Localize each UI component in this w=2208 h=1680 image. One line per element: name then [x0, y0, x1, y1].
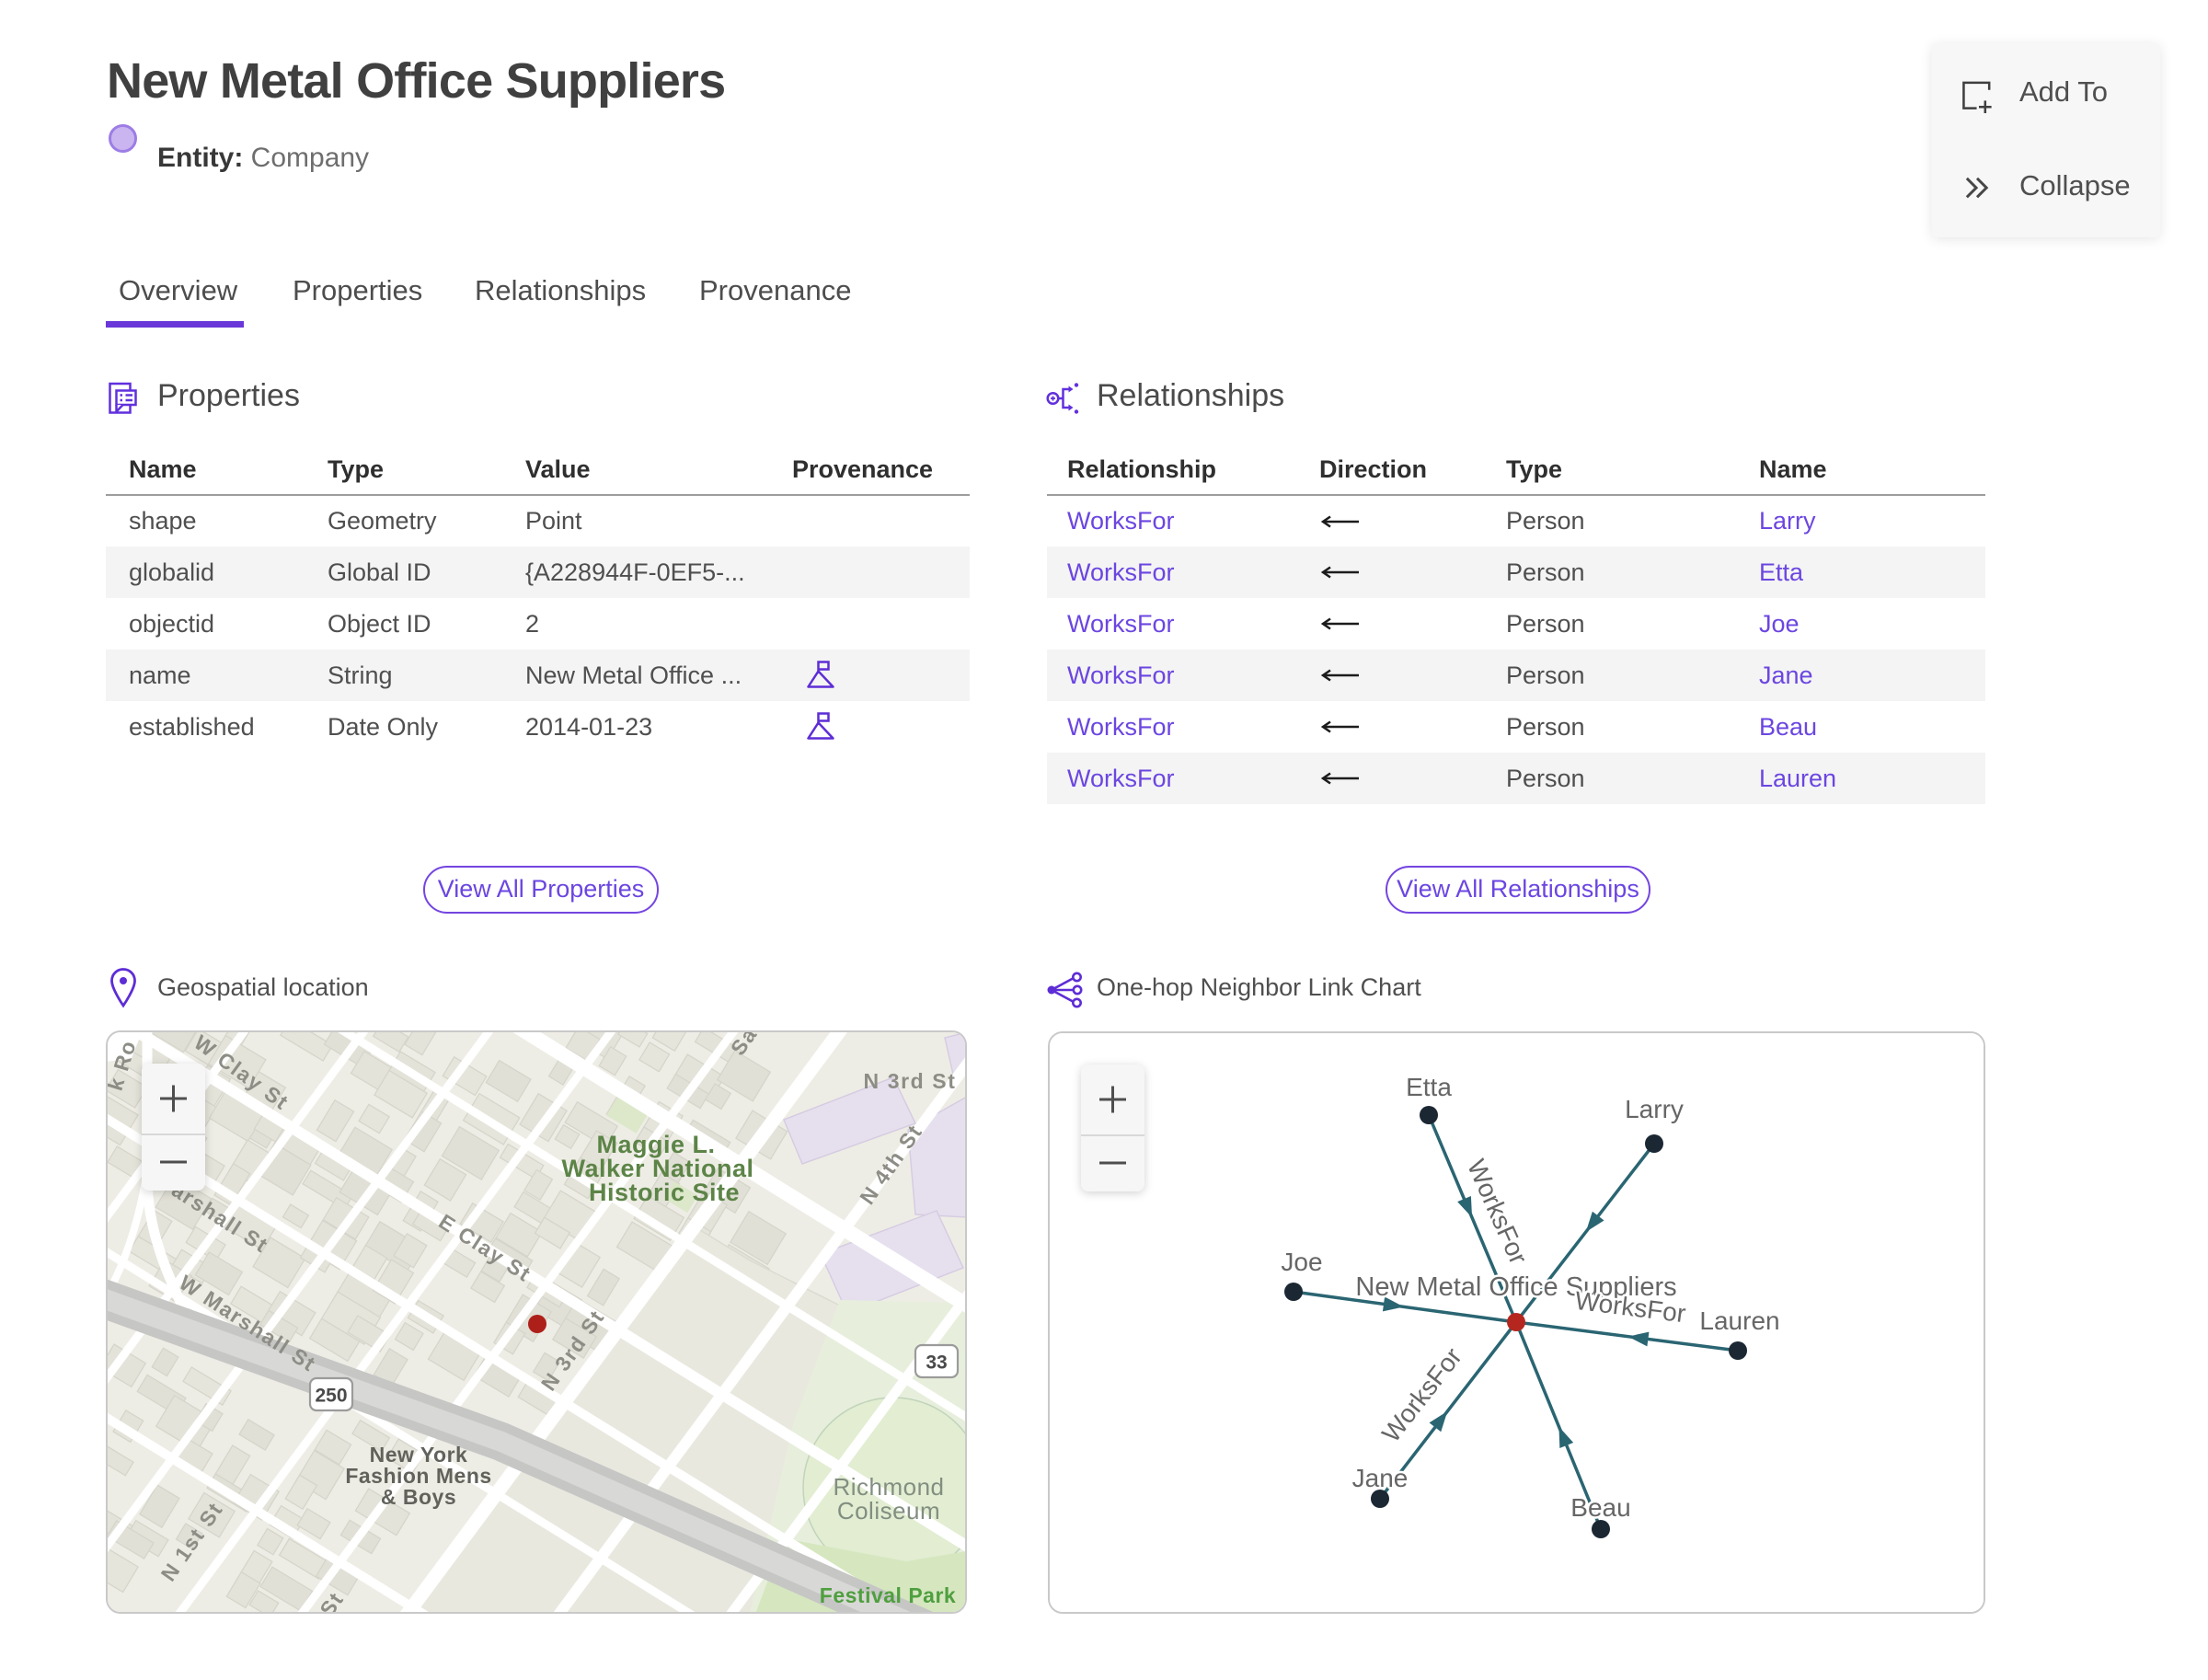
svg-text:N 3rd St: N 3rd St	[864, 1069, 957, 1093]
svg-text:33: 33	[926, 1352, 947, 1374]
svg-text:Joe: Joe	[1281, 1248, 1322, 1276]
svg-text:Etta: Etta	[1406, 1073, 1452, 1101]
svg-text:Larry: Larry	[1625, 1095, 1684, 1123]
svg-text:Coliseum: Coliseum	[837, 1497, 940, 1525]
svg-text:Festival Park: Festival Park	[820, 1583, 956, 1607]
svg-text:Jane: Jane	[1352, 1464, 1409, 1492]
svg-text:Beau: Beau	[1570, 1493, 1630, 1522]
svg-text:Lauren: Lauren	[1699, 1306, 1779, 1335]
svg-text:Historic Site: Historic Site	[589, 1179, 740, 1206]
svg-text:& Boys: & Boys	[381, 1485, 456, 1509]
svg-text:250: 250	[315, 1386, 347, 1407]
